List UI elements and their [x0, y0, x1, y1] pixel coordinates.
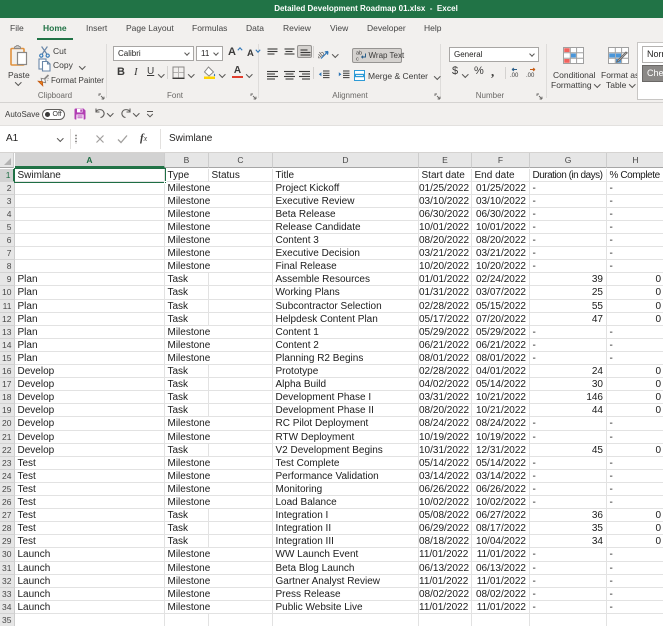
svg-text:c: c — [356, 56, 359, 61]
svg-text:.00: .00 — [526, 73, 535, 78]
svg-text:.00: .00 — [510, 73, 519, 78]
